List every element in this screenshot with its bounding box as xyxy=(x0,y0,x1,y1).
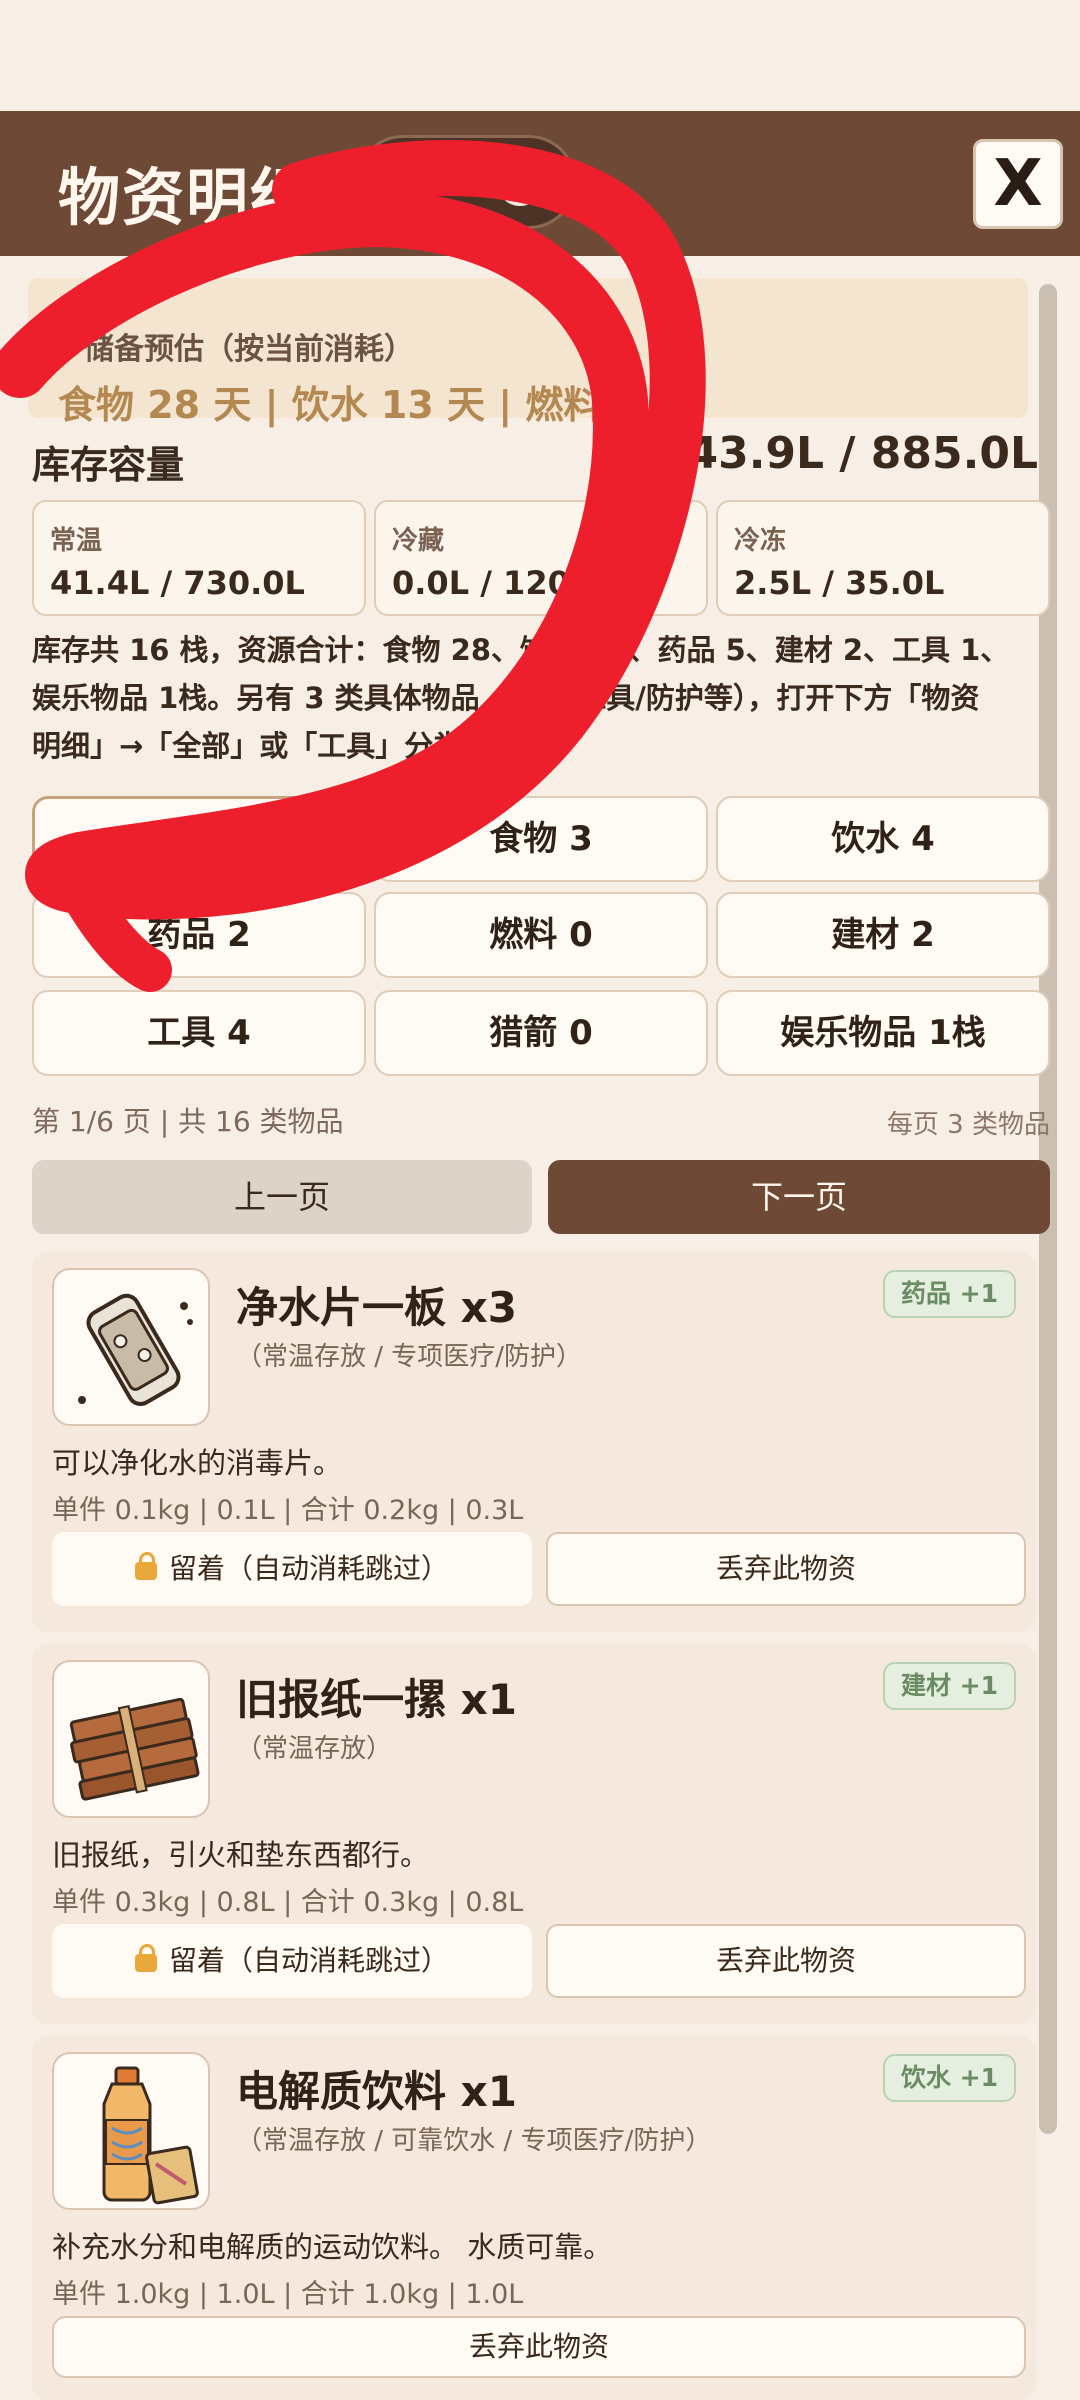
lock-icon xyxy=(134,1552,157,1580)
keep-button[interactable]: 留着（自动消耗跳过） xyxy=(52,1532,532,1606)
item-name: 旧报纸一摞 x1 xyxy=(236,1675,517,1724)
keep-label: 留着（自动消耗跳过） xyxy=(168,1552,449,1585)
capacity-total: 43.9L / 885.0L xyxy=(687,428,1038,479)
capacity-card-name: 冷藏 xyxy=(392,526,445,556)
keep-button[interactable]: 留着（自动消耗跳过） xyxy=(52,1924,532,1998)
category-materials[interactable]: 建材 2 xyxy=(716,892,1050,978)
category-water[interactable]: 饮水 4 xyxy=(716,796,1050,882)
item-badge: 药品 +1 xyxy=(882,1270,1016,1318)
prev-page-button[interactable]: 上一页 xyxy=(32,1160,532,1234)
newspaper-bundle-icon xyxy=(52,1660,210,1818)
page-title: 物资明细 xyxy=(58,161,315,234)
item-description: 可以净化水的消毒片。 xyxy=(52,1446,343,1480)
capacity-card-freezer: 冷冻 2.5L / 35.0L xyxy=(716,500,1050,616)
discard-button[interactable]: 丢弃此物资 xyxy=(546,1924,1026,1998)
pill-icon xyxy=(50,333,80,363)
inventory-panel: 储备预估（按当前消耗） 食物 28 天 | 饮水 13 天 | 燃料 0 库存容… xyxy=(14,256,1066,2400)
item-name: 电解质饮料 x1 xyxy=(236,2067,517,2116)
item-tags: （常温存放 / 可靠饮水 / 专项医疗/防护） xyxy=(236,2126,712,2156)
lock-icon xyxy=(134,1944,157,1972)
summary-line: 娱乐物品 1栈。另有 3 类具体物品（医疗/工具/防护等），打开下方「物资 xyxy=(32,681,980,715)
drink-bottle-icon xyxy=(52,2052,210,2210)
header-toggle[interactable] xyxy=(356,135,576,229)
item-description: 补充水分和电解质的运动饮料。 水质可靠。 xyxy=(52,2230,613,2264)
capacity-card-value: 2.5L / 35.0L xyxy=(734,564,945,602)
item-description: 旧报纸，引火和垫东西都行。 xyxy=(52,1838,430,1872)
summary-line: 库存共 16 栈，资源合计：食物 28、饮水 16、药品 5、建材 2、工具 1… xyxy=(32,633,1010,667)
capacity-cards: 常温 41.4L / 730.0L 冷藏 0.0L / 120.0L 冷冻 2.… xyxy=(32,500,1050,616)
category-entertainment[interactable]: 娱乐物品 1栈 xyxy=(716,990,1050,1076)
purification-tablet-icon xyxy=(52,1268,210,1426)
category-medicine[interactable]: 药品 2 xyxy=(32,892,366,978)
discard-button[interactable]: 丢弃此物资 xyxy=(52,2316,1026,2378)
item-tags: （常温存放） xyxy=(236,1734,393,1764)
page-info: 第 1/6 页 | 共 16 类物品 xyxy=(32,1105,344,1138)
keep-label: 留着（自动消耗跳过） xyxy=(168,1944,449,1977)
capacity-card-ambient: 常温 41.4L / 730.0L xyxy=(32,500,366,616)
header-bar: 物资明细 X xyxy=(0,111,1080,256)
category-food[interactable]: 食物 3 xyxy=(374,796,708,882)
discard-button[interactable]: 丢弃此物资 xyxy=(546,1532,1026,1606)
next-page-button[interactable]: 下一页 xyxy=(548,1160,1050,1234)
capacity-title: 库存容量 xyxy=(32,443,185,487)
item-badge: 饮水 +1 xyxy=(882,2054,1016,2102)
status-bar-area xyxy=(0,0,1080,111)
category-arrows[interactable]: 猎箭 0 xyxy=(374,990,708,1076)
item-card: 旧报纸一摞 x1 （常温存放） 建材 +1 旧报纸，引火和垫东西都行。 单件 0… xyxy=(32,1644,1036,2024)
item-card: 电解质饮料 x1 （常温存放 / 可靠饮水 / 专项医疗/防护） 饮水 +1 补… xyxy=(32,2036,1036,2400)
item-stats: 单件 1.0kg | 1.0L | 合计 1.0kg | 1.0L xyxy=(52,2279,524,2310)
estimate-label: 储备预估（按当前消耗） xyxy=(84,332,414,367)
item-card: 净水片一板 x3 （常温存放 / 专项医疗/防护） 药品 +1 可以净化水的消毒… xyxy=(32,1252,1036,1632)
category-all[interactable]: 全部 16 xyxy=(32,796,366,882)
reserve-estimate: 储备预估（按当前消耗） 食物 28 天 | 饮水 13 天 | 燃料 0 xyxy=(28,278,1028,427)
inventory-summary: 库存共 16 栈，资源合计：食物 28、饮水 16、药品 5、建材 2、工具 1… xyxy=(32,626,1042,770)
item-stats: 单件 0.3kg | 0.8L | 合计 0.3kg | 0.8L xyxy=(52,1887,524,1918)
capacity-card-value: 0.0L / 120.0L xyxy=(392,564,625,602)
item-tags: （常温存放 / 专项医疗/防护） xyxy=(236,1342,583,1372)
capacity-card-name: 常温 xyxy=(50,526,103,556)
item-stats: 单件 0.1kg | 0.1L | 合计 0.2kg | 0.3L xyxy=(52,1495,524,1526)
item-badge: 建材 +1 xyxy=(882,1662,1016,1710)
close-button[interactable]: X xyxy=(973,139,1063,229)
capacity-card-fridge: 冷藏 0.0L / 120.0L xyxy=(374,500,708,616)
category-fuel[interactable]: 燃料 0 xyxy=(374,892,708,978)
summary-line: 明细」→「全部」或「工具」分类查看。 xyxy=(32,729,550,763)
capacity-card-value: 41.4L / 730.0L xyxy=(50,564,305,602)
toggle-knob xyxy=(497,160,543,206)
item-name: 净水片一板 x3 xyxy=(236,1283,517,1332)
estimate-values: 食物 28 天 | 饮水 13 天 | 燃料 0 xyxy=(58,383,642,427)
capacity-card-name: 冷冻 xyxy=(734,526,787,556)
per-page-info: 每页 3 类物品 xyxy=(886,1110,1050,1140)
category-tools[interactable]: 工具 4 xyxy=(32,990,366,1076)
